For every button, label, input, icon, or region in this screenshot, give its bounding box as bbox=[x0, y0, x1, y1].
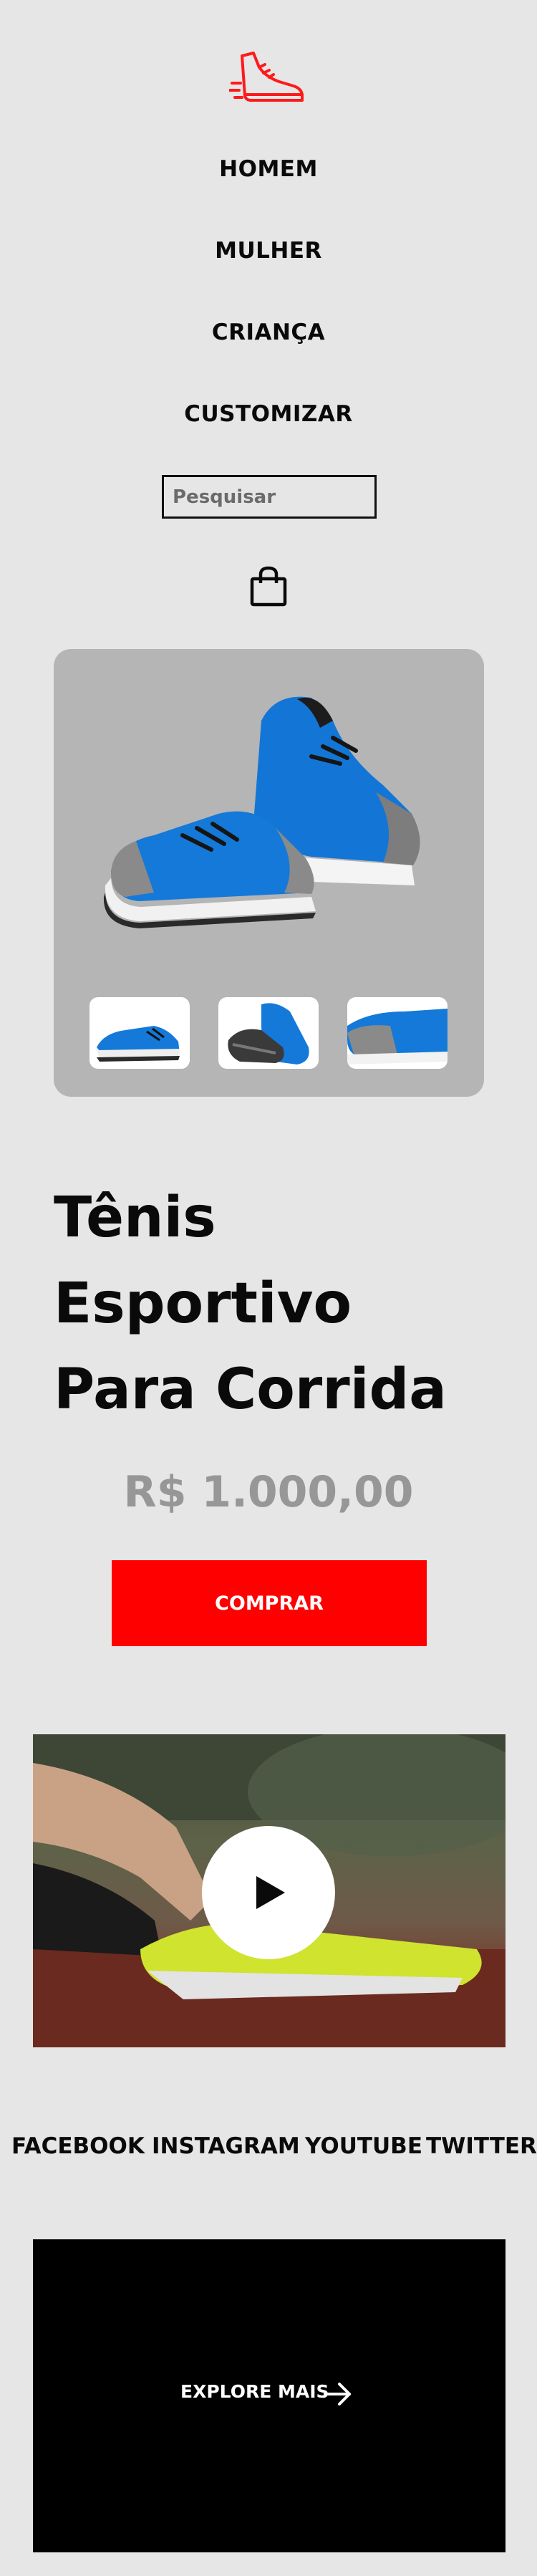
product-main-image bbox=[103, 696, 420, 928]
explore-more-label: EXPLORE MAIS bbox=[180, 2381, 329, 2402]
social-link-youtube[interactable]: YOUTUBE bbox=[305, 2133, 422, 2159]
product-title: Tênis Esportivo Para Corrida bbox=[54, 1186, 447, 1422]
nav-item-crianca[interactable]: CRIANÇA bbox=[0, 319, 537, 345]
thumbnail-3[interactable] bbox=[347, 997, 448, 1069]
thumbnail-1[interactable] bbox=[90, 997, 190, 1069]
sneaker-logo-icon[interactable] bbox=[229, 50, 308, 115]
video-player[interactable] bbox=[33, 1734, 505, 2047]
nav-item-mulher[interactable]: MULHER bbox=[0, 238, 537, 264]
social-link-instagram[interactable]: INSTAGRAM bbox=[152, 2133, 300, 2159]
thumbnail-2[interactable] bbox=[218, 997, 319, 1069]
product-gallery bbox=[54, 649, 484, 1097]
product-price: R$ 1.000,00 bbox=[123, 1467, 414, 1517]
shopping-bag-icon[interactable] bbox=[248, 566, 289, 607]
social-link-facebook[interactable]: FACEBOOK bbox=[11, 2133, 145, 2159]
explore-more-banner[interactable]: EXPLORE MAIS bbox=[33, 2239, 505, 2552]
arrow-right-icon bbox=[324, 2383, 351, 2406]
nav-item-homem[interactable]: HOMEM bbox=[0, 156, 537, 182]
search-input[interactable] bbox=[162, 475, 377, 519]
buy-button[interactable]: COMPRAR bbox=[112, 1560, 427, 1646]
nav-item-customizar[interactable]: CUSTOMIZAR bbox=[0, 401, 537, 427]
play-button[interactable] bbox=[202, 1826, 335, 1959]
social-link-twitter[interactable]: TWITTER bbox=[426, 2133, 537, 2159]
play-icon bbox=[256, 1876, 285, 1909]
